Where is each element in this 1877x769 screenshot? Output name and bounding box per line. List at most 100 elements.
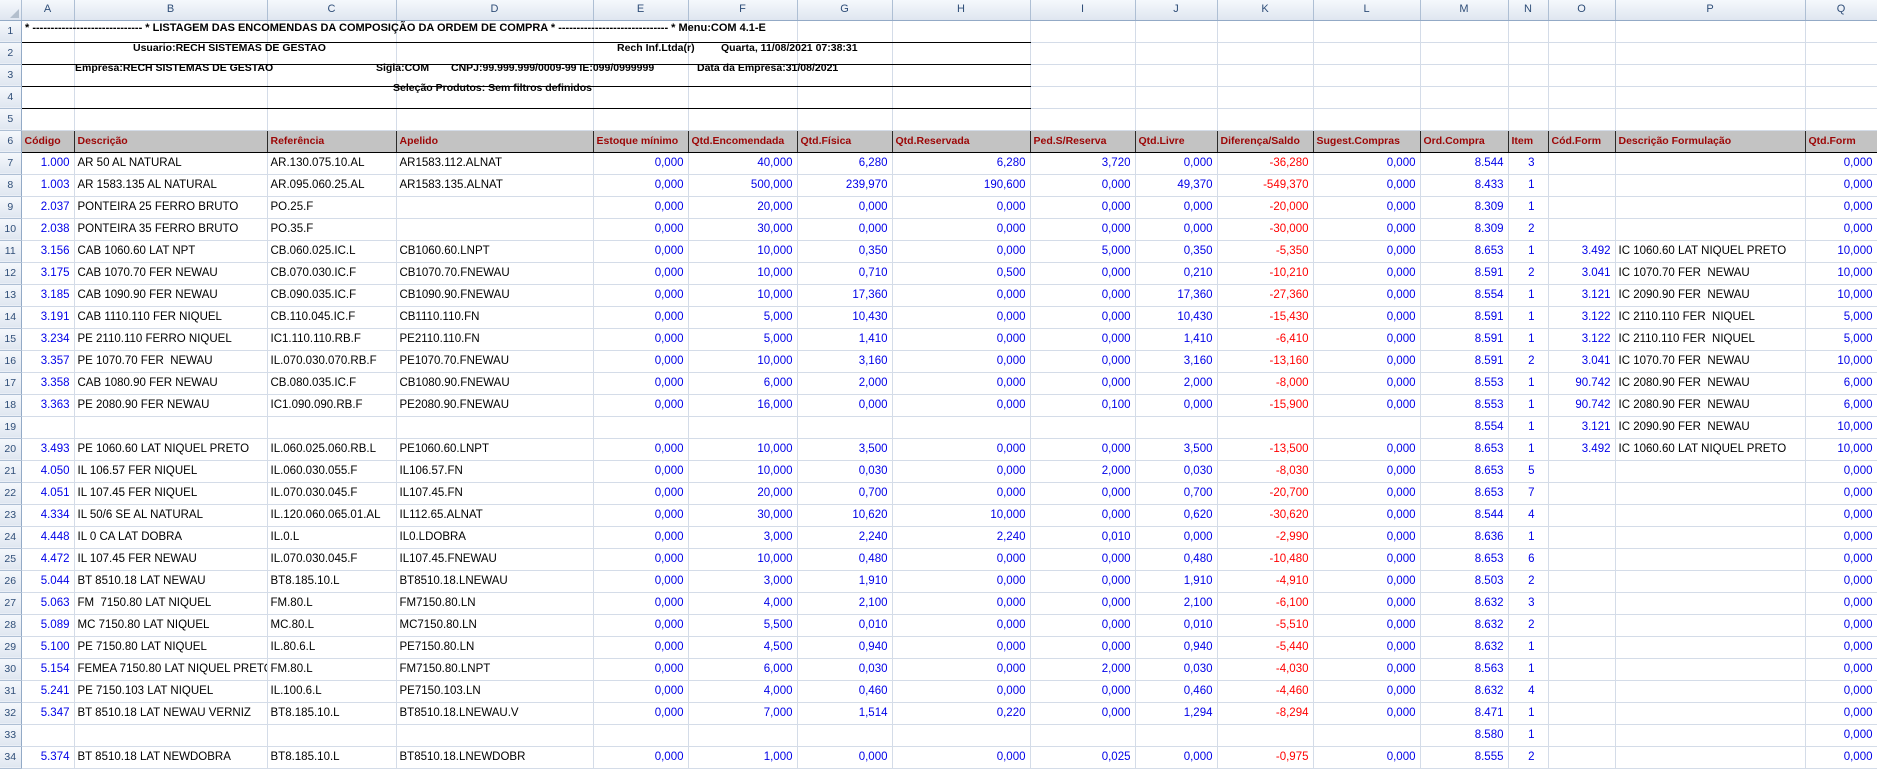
cell-I16[interactable]: 0,000 <box>1030 350 1135 372</box>
cell-N30[interactable]: 1 <box>1508 658 1548 680</box>
cell-G20[interactable]: 3,500 <box>797 438 892 460</box>
cell-E12[interactable]: 0,000 <box>593 262 688 284</box>
cell-M7[interactable]: 8.544 <box>1420 152 1508 174</box>
cell-L26[interactable]: 0,000 <box>1313 570 1420 592</box>
cell-H34[interactable]: 0,000 <box>892 746 1030 768</box>
column-letter-Q[interactable]: Q <box>1805 0 1877 20</box>
cell-L12[interactable]: 0,000 <box>1313 262 1420 284</box>
cell-A8[interactable]: 1.003 <box>21 174 74 196</box>
cell-H1[interactable] <box>892 20 1030 42</box>
cell-Q8[interactable]: 0,000 <box>1805 174 1877 196</box>
cell-D9[interactable] <box>396 196 593 218</box>
cell-J30[interactable]: 0,030 <box>1135 658 1217 680</box>
column-header-J[interactable]: Qtd.Livre <box>1135 130 1217 152</box>
cell-G5[interactable] <box>797 108 892 130</box>
cell-H10[interactable]: 0,000 <box>892 218 1030 240</box>
cell-I23[interactable]: 0,000 <box>1030 504 1135 526</box>
cell-G24[interactable]: 2,240 <box>797 526 892 548</box>
cell-B26[interactable]: BT 8510.18 LAT NEWAU <box>74 570 267 592</box>
cell-D26[interactable]: BT8510.18.LNEWAU <box>396 570 593 592</box>
cell-B10[interactable]: PONTEIRA 35 FERRO BRUTO <box>74 218 267 240</box>
cell-K3[interactable] <box>1217 64 1313 86</box>
cell-A24[interactable]: 4.448 <box>21 526 74 548</box>
cell-L18[interactable]: 0,000 <box>1313 394 1420 416</box>
cell-B28[interactable]: MC 7150.80 LAT NIQUEL <box>74 614 267 636</box>
cell-B1[interactable] <box>74 20 267 42</box>
cell-M17[interactable]: 8.553 <box>1420 372 1508 394</box>
cell-D28[interactable]: MC7150.80.LN <box>396 614 593 636</box>
cell-E21[interactable]: 0,000 <box>593 460 688 482</box>
cell-C11[interactable]: CB.060.025.IC.L <box>267 240 396 262</box>
cell-C9[interactable]: PO.25.F <box>267 196 396 218</box>
cell-G30[interactable]: 0,030 <box>797 658 892 680</box>
cell-C28[interactable]: MC.80.L <box>267 614 396 636</box>
cell-C32[interactable]: BT8.185.10.L <box>267 702 396 724</box>
cell-B22[interactable]: IL 107.45 FER NIQUEL <box>74 482 267 504</box>
cell-B16[interactable]: PE 1070.70 FER NEWAU <box>74 350 267 372</box>
cell-G12[interactable]: 0,710 <box>797 262 892 284</box>
cell-M18[interactable]: 8.553 <box>1420 394 1508 416</box>
cell-I30[interactable]: 2,000 <box>1030 658 1135 680</box>
cell-H4[interactable] <box>892 86 1030 108</box>
cell-G22[interactable]: 0,700 <box>797 482 892 504</box>
cell-G23[interactable]: 10,620 <box>797 504 892 526</box>
cell-K9[interactable]: -20,000 <box>1217 196 1313 218</box>
cell-P24[interactable] <box>1615 526 1805 548</box>
cell-E19[interactable] <box>593 416 688 438</box>
cell-D25[interactable]: IL107.45.FNEWAU <box>396 548 593 570</box>
cell-B11[interactable]: CAB 1060.60 LAT NPT <box>74 240 267 262</box>
cell-L32[interactable]: 0,000 <box>1313 702 1420 724</box>
cell-N21[interactable]: 5 <box>1508 460 1548 482</box>
cell-O30[interactable] <box>1548 658 1615 680</box>
cell-G32[interactable]: 1,514 <box>797 702 892 724</box>
cell-P4[interactable] <box>1615 86 1805 108</box>
cell-O27[interactable] <box>1548 592 1615 614</box>
cell-E28[interactable]: 0,000 <box>593 614 688 636</box>
cell-O13[interactable]: 3.121 <box>1548 284 1615 306</box>
cell-D33[interactable] <box>396 724 593 746</box>
cell-F17[interactable]: 6,000 <box>688 372 797 394</box>
cell-D24[interactable]: IL0.LDOBRA <box>396 526 593 548</box>
cell-J34[interactable]: 0,000 <box>1135 746 1217 768</box>
cell-N10[interactable]: 2 <box>1508 218 1548 240</box>
cell-H32[interactable]: 0,220 <box>892 702 1030 724</box>
column-letter-B[interactable]: B <box>74 0 267 20</box>
cell-M28[interactable]: 8.632 <box>1420 614 1508 636</box>
column-header-I[interactable]: Ped.S/Reserva <box>1030 130 1135 152</box>
cell-P8[interactable] <box>1615 174 1805 196</box>
cell-K32[interactable]: -8,294 <box>1217 702 1313 724</box>
cell-M26[interactable]: 8.503 <box>1420 570 1508 592</box>
cell-H30[interactable]: 0,000 <box>892 658 1030 680</box>
cell-D5[interactable] <box>396 108 593 130</box>
cell-A9[interactable]: 2.037 <box>21 196 74 218</box>
row-number-29[interactable]: 29 <box>0 636 21 658</box>
cell-G8[interactable]: 239,970 <box>797 174 892 196</box>
cell-A18[interactable]: 3.363 <box>21 394 74 416</box>
row-number-2[interactable]: 2 <box>0 42 21 64</box>
cell-N32[interactable]: 1 <box>1508 702 1548 724</box>
cell-P10[interactable] <box>1615 218 1805 240</box>
cell-P5[interactable] <box>1615 108 1805 130</box>
cell-A21[interactable]: 4.050 <box>21 460 74 482</box>
cell-O11[interactable]: 3.492 <box>1548 240 1615 262</box>
cell-K31[interactable]: -4,460 <box>1217 680 1313 702</box>
cell-F1[interactable] <box>688 20 797 42</box>
cell-C13[interactable]: CB.090.035.IC.F <box>267 284 396 306</box>
cell-K11[interactable]: -5,350 <box>1217 240 1313 262</box>
cell-L14[interactable]: 0,000 <box>1313 306 1420 328</box>
cell-L19[interactable] <box>1313 416 1420 438</box>
column-letter-E[interactable]: E <box>593 0 688 20</box>
cell-G29[interactable]: 0,940 <box>797 636 892 658</box>
cell-H23[interactable]: 10,000 <box>892 504 1030 526</box>
cell-A15[interactable]: 3.234 <box>21 328 74 350</box>
cell-E14[interactable]: 0,000 <box>593 306 688 328</box>
cell-N24[interactable]: 1 <box>1508 526 1548 548</box>
cell-Q20[interactable]: 10,000 <box>1805 438 1877 460</box>
cell-L29[interactable]: 0,000 <box>1313 636 1420 658</box>
cell-F13[interactable]: 10,000 <box>688 284 797 306</box>
cell-F9[interactable]: 20,000 <box>688 196 797 218</box>
cell-E17[interactable]: 0,000 <box>593 372 688 394</box>
cell-D13[interactable]: CB1090.90.FNEWAU <box>396 284 593 306</box>
cell-O9[interactable] <box>1548 196 1615 218</box>
cell-Q5[interactable] <box>1805 108 1877 130</box>
